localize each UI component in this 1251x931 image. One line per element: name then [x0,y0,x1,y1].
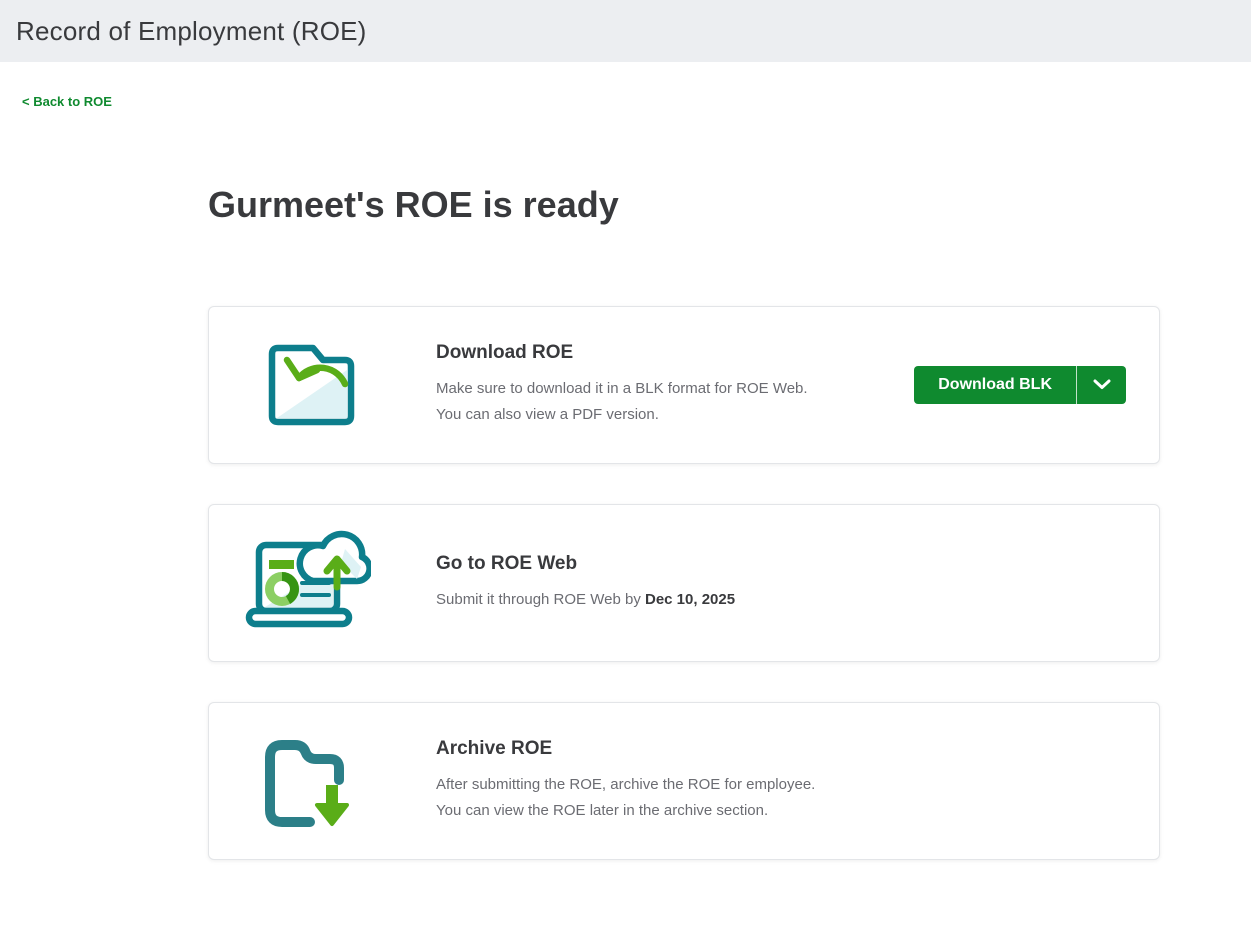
card-description-line: After submitting the ROE, archive the RO… [436,772,1159,798]
card-download-roe: Download ROE Make sure to download it in… [208,306,1160,464]
roe-ready-heading: Gurmeet's ROE is ready [208,184,1160,226]
card-icon-column [209,527,436,640]
page-title: Record of Employment (ROE) [16,16,367,47]
card-title: Go to ROE Web [436,553,1159,575]
card-icon-column [209,727,436,836]
card-text-block: Go to ROE Web Submit it through ROE Web … [436,553,1159,613]
card-text-block: Archive ROE After submitting the ROE, ar… [436,738,1159,824]
card-description-line: Make sure to download it in a BLK format… [436,376,914,402]
card-action-column: Download BLK [914,366,1126,404]
card-text-block: Download ROE Make sure to download it in… [436,342,914,428]
archive-folder-icon [256,727,360,836]
download-document-icon [261,340,355,431]
download-blk-button[interactable]: Download BLK [914,366,1076,404]
chevron-down-icon [1093,378,1111,393]
page-header: Record of Employment (ROE) [0,0,1251,62]
upload-cloud-laptop-icon [245,527,371,640]
card-description-line: You can view the ROE later in the archiv… [436,798,1159,824]
main-content: Gurmeet's ROE is ready Download ROE Make… [208,184,1160,860]
download-options-dropdown-button[interactable] [1076,366,1126,404]
download-blk-split-button: Download BLK [914,366,1126,404]
card-title: Download ROE [436,342,914,364]
card-go-to-roe-web: Go to ROE Web Submit it through ROE Web … [208,504,1160,662]
back-row: < Back to ROE [22,93,1251,109]
back-to-roe-link[interactable]: < Back to ROE [22,94,112,109]
submit-by-text: Submit it through ROE Web by [436,591,645,608]
card-description-line: Submit it through ROE Web by Dec 10, 202… [436,587,1159,613]
card-description-line: You can also view a PDF version. [436,402,914,428]
card-archive-roe: Archive ROE After submitting the ROE, ar… [208,702,1160,860]
card-icon-column [209,340,436,431]
submit-deadline-date: Dec 10, 2025 [645,591,735,608]
card-title: Archive ROE [436,738,1159,760]
